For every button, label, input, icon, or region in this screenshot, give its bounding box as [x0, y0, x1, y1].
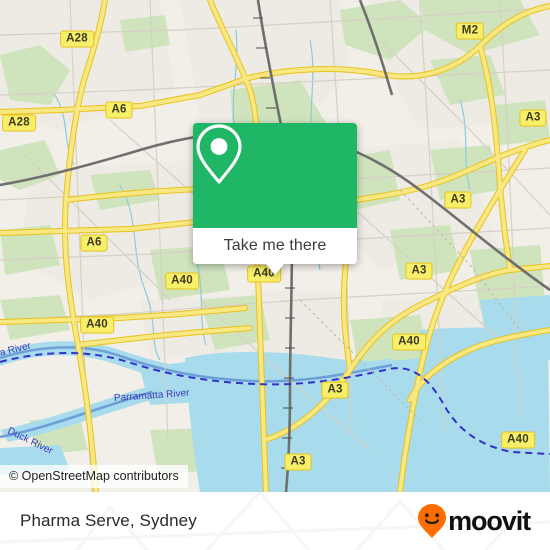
road-shield: M2 [455, 22, 485, 40]
place-title: Pharma Serve, Sydney [20, 511, 197, 530]
card-footer[interactable]: Take me there [193, 228, 357, 275]
moovit-pin-icon [418, 504, 447, 538]
footer-content: Pharma Serve, Sydney moovit [0, 492, 550, 550]
take-me-there-card[interactable]: Take me there [193, 123, 357, 275]
moovit-wordmark: moovit [448, 505, 531, 536]
map-attribution[interactable]: © OpenStreetMap contributors [0, 465, 188, 488]
road-shield: A40 [392, 333, 426, 351]
road-shield: A3 [321, 381, 349, 399]
moovit-map-page: A28 A6 A28 M2 A3 A6 A40 A40 A3 A40 A3 A40 A3 A3 A40 Pa… [0, 0, 550, 550]
road-shield: A40 [165, 272, 199, 290]
map-canvas[interactable]: A28 A6 A28 M2 A3 A6 A40 A40 A3 A40 A3 A40 A3 A3 A40 Pa… [0, 0, 550, 492]
road-shield: A3 [519, 109, 547, 127]
road-shield: A3 [284, 453, 312, 471]
moovit-logo[interactable]: moovit [417, 503, 531, 539]
road-shield: A3 [444, 191, 472, 209]
location-pin-icon [196, 124, 242, 184]
take-me-there-label: Take me there [223, 237, 327, 254]
road-shield: A40 [501, 431, 535, 449]
page-footer: Pharma Serve, Sydney moovit [0, 492, 550, 550]
card-header [193, 123, 357, 228]
card-pointer-tail [266, 264, 284, 275]
road-shield: A6 [80, 234, 108, 252]
road-shield: A28 [2, 114, 36, 132]
road-shield: A28 [60, 30, 94, 48]
road-shield: A3 [405, 262, 433, 280]
road-shield: A40 [80, 316, 114, 334]
road-shield: A6 [105, 101, 133, 119]
